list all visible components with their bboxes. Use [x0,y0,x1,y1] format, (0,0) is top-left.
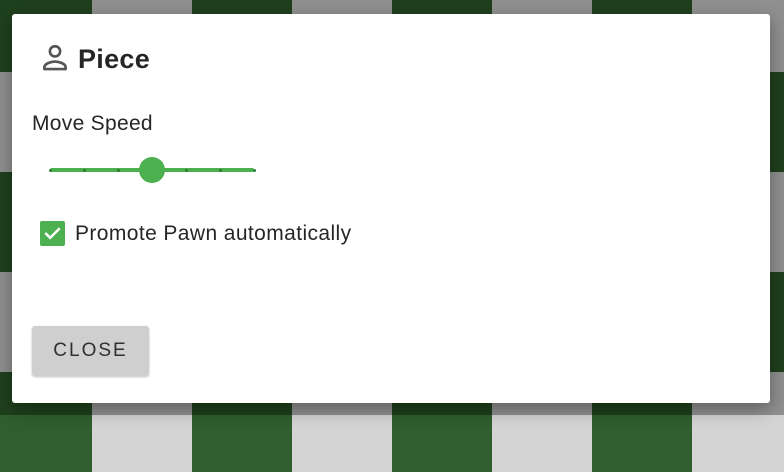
promote-pawn-label: Promote Pawn automatically [75,221,352,245]
checkmark-icon [44,227,61,240]
move-speed-label: Move Speed [32,112,153,135]
slider-tick [116,168,120,172]
move-speed-slider[interactable] [48,156,256,184]
slider-tick [48,168,52,172]
promote-pawn-checkbox[interactable] [40,221,65,246]
slider-tick [218,168,222,172]
person-icon [38,40,72,79]
slider-thumb[interactable] [139,157,165,183]
piece-settings-dialog: Piece Move Speed Promote Pawn automatica… [12,14,770,403]
slider-tick [184,168,188,172]
dialog-title: Piece [78,44,151,74]
slider-tick [252,168,256,172]
close-button[interactable]: CLOSE [32,326,149,376]
dialog-header: Piece [38,40,150,79]
slider-tick [82,168,86,172]
promote-pawn-option[interactable]: Promote Pawn automatically [40,221,352,246]
